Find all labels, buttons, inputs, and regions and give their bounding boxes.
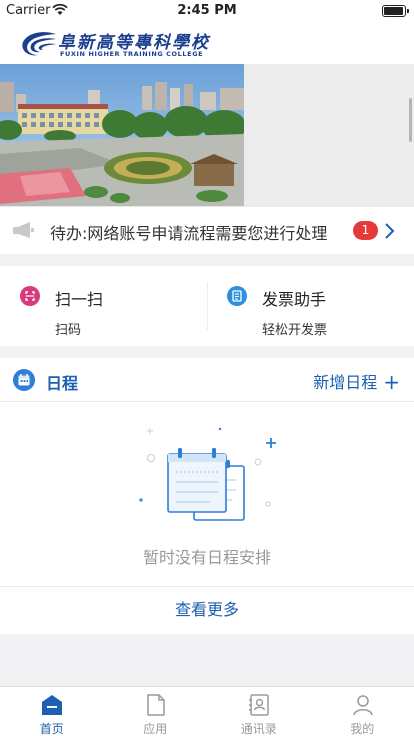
- next-banner-slide[interactable]: [244, 64, 414, 206]
- tab-apps-label: 应用: [143, 722, 168, 736]
- tab-profile-label: 我的: [350, 722, 375, 736]
- chevron-right-icon[interactable]: [384, 222, 396, 244]
- campus-photo[interactable]: [0, 64, 244, 206]
- quick-actions: 扫一扫 扫码 发票助手 轻松开发票: [0, 266, 414, 346]
- empty-schedule-text: 暂时没有日程安排: [142, 548, 271, 567]
- todo-notice-text[interactable]: 待办:网络账号申请流程需要您进行处理: [50, 220, 340, 244]
- invoice-icon: [227, 286, 247, 306]
- contacts-icon: [247, 693, 271, 721]
- tab-contacts-label: 通讯录: [240, 722, 277, 736]
- status-bar: Carrier 2:45 PM: [0, 0, 414, 22]
- app-icon: [144, 693, 168, 721]
- bottom-tab-bar: 首页 应用 通讯录 我的: [0, 686, 414, 736]
- scan-action[interactable]: 扫一扫 扫码: [0, 266, 207, 346]
- logo-english-name: FUXIN HIGHER TRAINING COLLEGE: [60, 50, 204, 58]
- college-logo: 阜新高等專科學校 FUXIN HIGHER TRAINING COLLEGE: [20, 26, 240, 62]
- invoice-subtitle: 轻松开发票: [262, 323, 328, 338]
- battery-icon: [382, 5, 409, 17]
- add-schedule-label: 新增日程: [313, 373, 378, 392]
- empty-schedule-illustration-icon: [139, 427, 276, 521]
- calendar-icon: [13, 369, 35, 395]
- logo-swirl-icon: [22, 32, 56, 56]
- todo-count-badge: 1: [353, 221, 378, 240]
- invoice-title: 发票助手: [262, 290, 327, 309]
- schedule-title: 日程: [46, 374, 79, 393]
- home-icon: [40, 693, 64, 721]
- scan-icon: [20, 286, 40, 306]
- tab-contacts[interactable]: 通讯录: [207, 687, 311, 736]
- banner-carousel[interactable]: [0, 64, 414, 206]
- clock: 2:45 PM: [177, 3, 237, 18]
- profile-icon: [351, 693, 375, 721]
- app-header: 阜新高等專科學校 FUXIN HIGHER TRAINING COLLEGE: [0, 22, 414, 64]
- scan-title: 扫一扫: [55, 290, 104, 309]
- scan-subtitle: 扫码: [55, 323, 82, 338]
- plus-icon: +: [383, 370, 400, 394]
- tab-home[interactable]: 首页: [0, 687, 104, 736]
- tab-apps[interactable]: 应用: [104, 687, 208, 736]
- tab-profile[interactable]: 我的: [311, 687, 414, 736]
- view-more-button[interactable]: 查看更多: [0, 586, 414, 634]
- todo-notice-bar[interactable]: 待办:网络账号申请流程需要您进行处理 1: [0, 206, 414, 254]
- tab-home-label: 首页: [39, 722, 64, 736]
- add-schedule-button[interactable]: 新增日程 +: [313, 369, 400, 394]
- schedule-card: 日程 新增日程 + 暂时没有日程安排 查看更多: [0, 358, 414, 634]
- schedule-header: 日程 新增日程 +: [0, 358, 414, 402]
- invoice-assistant-action[interactable]: 发票助手 轻松开发票: [207, 266, 414, 346]
- banner-scroll-indicator: [409, 98, 412, 142]
- megaphone-icon: [12, 220, 36, 244]
